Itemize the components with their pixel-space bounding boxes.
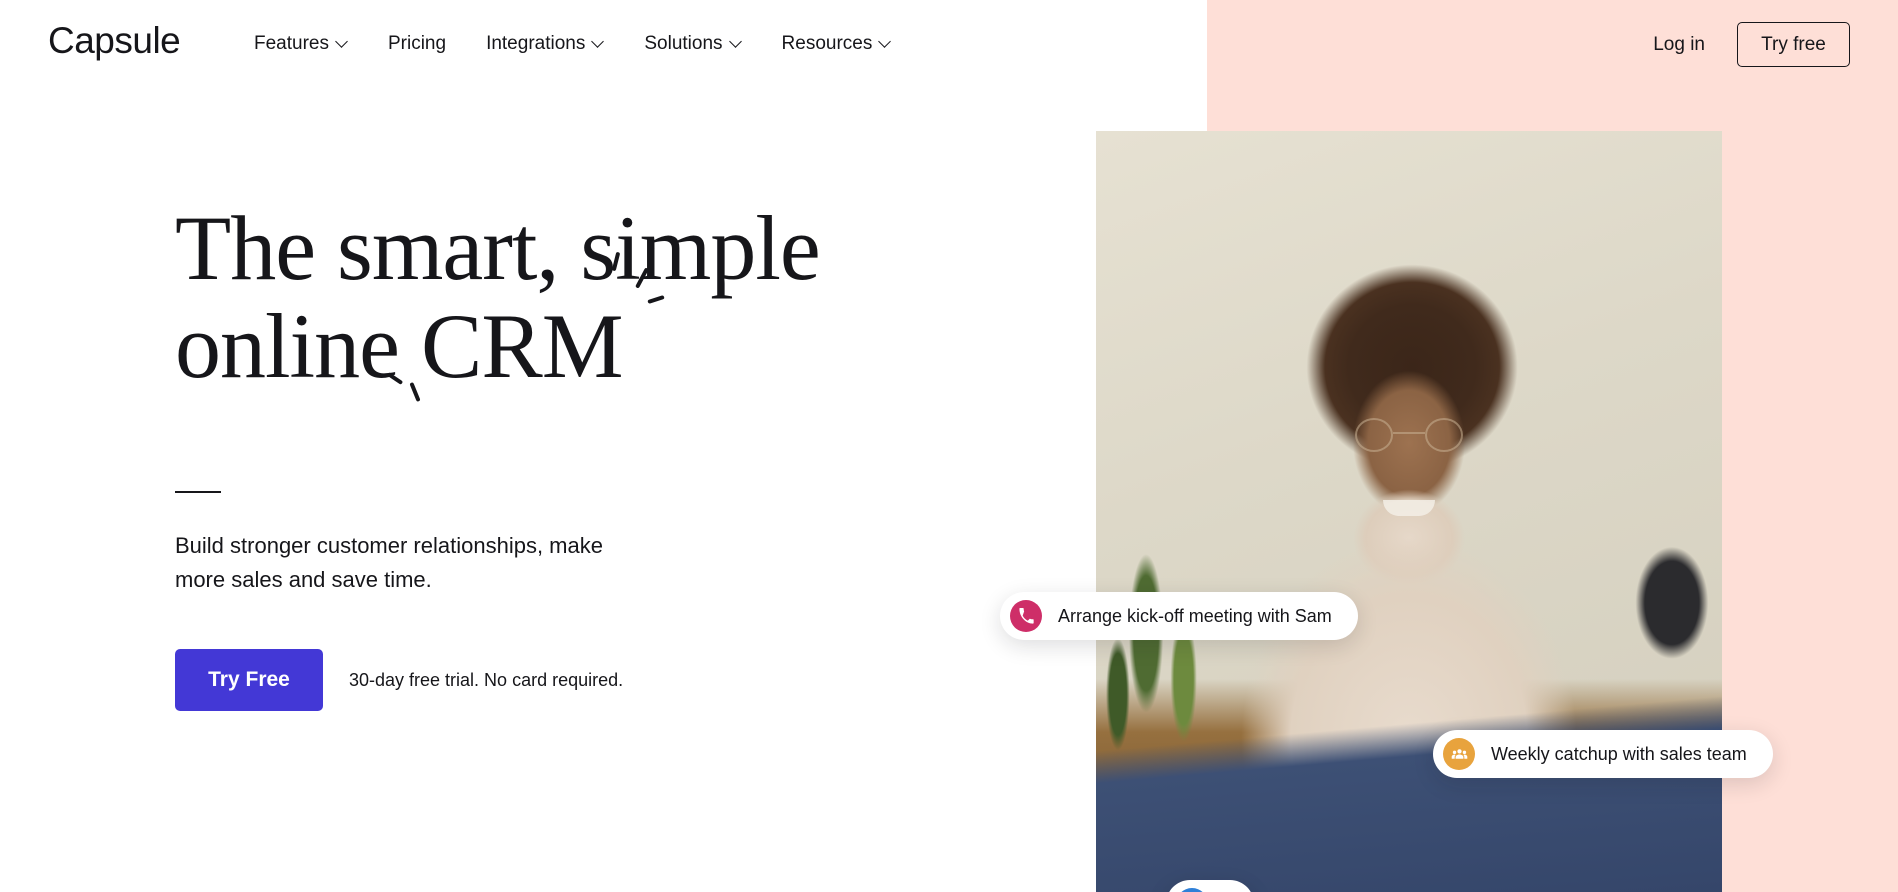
chevron-down-icon — [593, 37, 604, 48]
main-navigation: Features Pricing Integrations Solutions … — [254, 27, 911, 62]
nav-item-solutions[interactable]: Solutions — [624, 27, 761, 62]
notification-pill[interactable]: Weekly catchup with sales team — [1433, 730, 1773, 778]
divider-rule — [175, 491, 221, 494]
phone-icon — [1010, 600, 1042, 632]
people-icon — [1443, 738, 1475, 770]
glasses-left-lens — [1355, 418, 1393, 453]
hero-subheading: Build stronger customer relationships, m… — [175, 533, 603, 593]
nav-item-label: Solutions — [644, 33, 723, 54]
nav-item-label: Features — [254, 33, 329, 54]
hero-cta-row: Try Free 30-day free trial. No card requ… — [175, 649, 955, 712]
chevron-down-icon — [337, 37, 348, 48]
nav-item-label: Integrations — [486, 33, 586, 54]
nav-item-label: Resources — [781, 33, 873, 54]
site-header: Capsule Features Pricing Integrations So… — [0, 0, 1898, 91]
header-actions: Log in Try free — [1649, 22, 1850, 67]
try-free-header-button[interactable]: Try free — [1737, 22, 1850, 67]
chevron-down-icon — [880, 37, 891, 48]
nav-item-pricing[interactable]: Pricing — [368, 27, 466, 62]
nav-item-label: Pricing — [387, 33, 447, 54]
nav-item-resources[interactable]: Resources — [762, 27, 912, 62]
cta-note: 30-day free trial. No card required. — [349, 669, 624, 690]
glasses-detail — [1355, 418, 1463, 453]
nav-item-features[interactable]: Features — [254, 27, 368, 62]
logo-capsule[interactable]: Capsule — [48, 22, 181, 59]
mail-icon — [1176, 888, 1208, 892]
glasses-right-lens — [1425, 418, 1463, 453]
try-free-cta-button[interactable]: Try Free — [175, 649, 323, 712]
hero-heading-accent: CRM — [420, 294, 624, 397]
smile-detail — [1383, 500, 1435, 517]
notification-pill[interactable] — [1166, 880, 1254, 892]
hero-content: The smart, simple online CRM Build stron… — [175, 197, 955, 712]
notification-pill-label: Arrange kick-off meeting with Sam — [1058, 606, 1332, 626]
glasses-bridge — [1393, 432, 1425, 435]
hero-heading: The smart, simple online CRM — [175, 197, 875, 402]
login-link[interactable]: Log in — [1649, 27, 1709, 62]
landing-page: Capsule Features Pricing Integrations So… — [0, 0, 1898, 892]
notification-pill-label: Weekly catchup with sales team — [1491, 744, 1747, 764]
hero-heading-accent-wrap: CRM — [386, 251, 665, 402]
chevron-down-icon — [731, 37, 742, 48]
notification-pill[interactable]: Arrange kick-off meeting with Sam — [1000, 592, 1358, 640]
hero-heading-line-1: The smart, simple — [175, 197, 821, 299]
hero-heading-line-2-prefix: online — [175, 294, 421, 397]
nav-item-integrations[interactable]: Integrations — [466, 27, 624, 62]
